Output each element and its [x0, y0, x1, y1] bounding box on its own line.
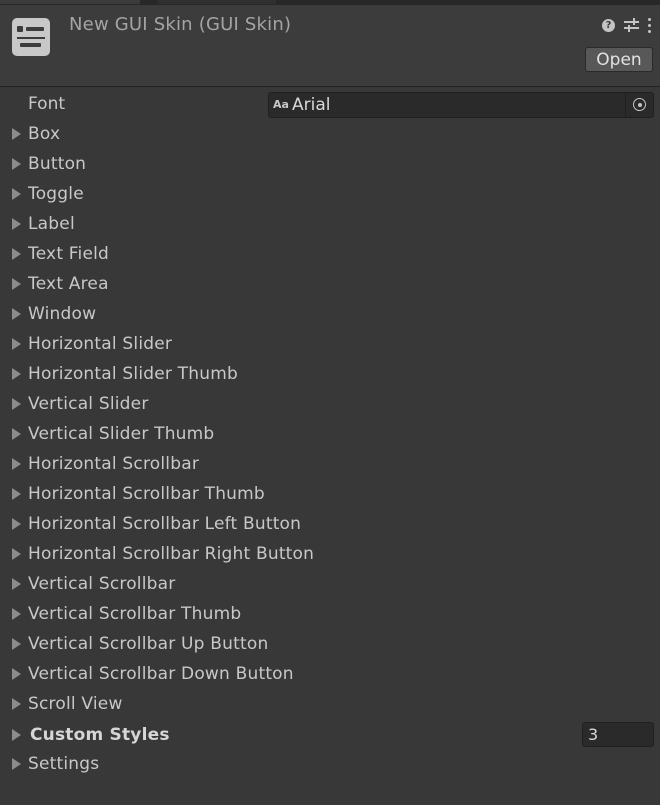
- expand-arrow-icon[interactable]: [12, 578, 21, 590]
- style-foldout-row[interactable]: Text Field: [0, 240, 660, 270]
- settings-row[interactable]: Settings: [0, 750, 660, 780]
- expand-arrow-icon[interactable]: [12, 308, 21, 320]
- custom-styles-row[interactable]: Custom Styles 3: [0, 720, 660, 750]
- style-foldout-row[interactable]: Window: [0, 300, 660, 330]
- object-picker-button[interactable]: [625, 93, 653, 117]
- header-icons: ?: [602, 16, 652, 34]
- style-foldout-row[interactable]: Vertical Scrollbar Down Button: [0, 660, 660, 690]
- font-label: Font: [28, 94, 66, 114]
- help-icon[interactable]: ?: [602, 18, 615, 32]
- expand-arrow-icon[interactable]: [12, 458, 21, 470]
- expand-arrow-icon[interactable]: [12, 278, 21, 290]
- style-label: Text Field: [28, 244, 110, 264]
- style-label: Button: [28, 154, 87, 174]
- expand-arrow-icon[interactable]: [12, 668, 21, 680]
- style-label: Vertical Slider Thumb: [28, 424, 215, 444]
- expand-arrow-icon[interactable]: [12, 428, 21, 440]
- expand-arrow-icon[interactable]: [12, 218, 21, 230]
- sliders-icon[interactable]: [624, 18, 639, 32]
- style-label: Window: [28, 304, 97, 324]
- style-foldout-row[interactable]: Horizontal Scrollbar Left Button: [0, 510, 660, 540]
- expand-arrow-icon[interactable]: [12, 758, 21, 770]
- expand-arrow-icon[interactable]: [12, 248, 21, 260]
- style-label: Toggle: [28, 184, 84, 204]
- style-list: Box Button Toggle Label Text Field Text Area W…: [0, 120, 660, 780]
- style-foldout-row[interactable]: Horizontal Slider: [0, 330, 660, 360]
- style-label: Box: [28, 124, 61, 144]
- font-value: Arial: [292, 95, 331, 115]
- style-foldout-row[interactable]: Box: [0, 120, 660, 150]
- expand-arrow-icon[interactable]: [12, 729, 21, 741]
- expand-arrow-icon[interactable]: [12, 398, 21, 410]
- expand-arrow-icon[interactable]: [12, 638, 21, 650]
- expand-arrow-icon[interactable]: [12, 368, 21, 380]
- style-foldout-row[interactable]: Vertical Slider: [0, 390, 660, 420]
- font-asset-icon: Aa: [273, 98, 289, 111]
- style-foldout-row[interactable]: Scroll View: [0, 690, 660, 720]
- expand-arrow-icon[interactable]: [12, 548, 21, 560]
- inspector-title: New GUI Skin (GUI Skin): [69, 14, 292, 35]
- open-button[interactable]: Open: [585, 47, 653, 72]
- expand-arrow-icon[interactable]: [12, 518, 21, 530]
- style-label: Horizontal Scrollbar Right Button: [28, 544, 315, 564]
- expand-arrow-icon[interactable]: [12, 608, 21, 620]
- style-foldout-row[interactable]: Horizontal Slider Thumb: [0, 360, 660, 390]
- style-foldout-row[interactable]: Text Area: [0, 270, 660, 300]
- style-foldout-row[interactable]: Label: [0, 210, 660, 240]
- style-foldout-row[interactable]: Horizontal Scrollbar Right Button: [0, 540, 660, 570]
- custom-styles-label: Custom Styles: [30, 725, 170, 745]
- expand-arrow-icon[interactable]: [12, 158, 21, 170]
- style-label: Vertical Slider: [28, 394, 149, 414]
- gui-skin-asset-icon: [12, 18, 50, 56]
- style-foldout-row[interactable]: Vertical Scrollbar: [0, 570, 660, 600]
- style-foldout-row[interactable]: Vertical Scrollbar Up Button: [0, 630, 660, 660]
- style-label: Horizontal Slider Thumb: [28, 364, 238, 384]
- expand-arrow-icon[interactable]: [12, 698, 21, 710]
- expand-arrow-icon[interactable]: [12, 188, 21, 200]
- style-label: Vertical Scrollbar Down Button: [28, 664, 294, 684]
- settings-label: Settings: [28, 754, 100, 774]
- style-label: Scroll View: [28, 694, 123, 714]
- font-property-row: Font Aa Arial: [0, 90, 660, 120]
- style-foldout-row[interactable]: Vertical Slider Thumb: [0, 420, 660, 450]
- font-object-field[interactable]: Aa Arial: [268, 92, 654, 118]
- expand-arrow-icon[interactable]: [12, 338, 21, 350]
- style-foldout-row[interactable]: Horizontal Scrollbar: [0, 450, 660, 480]
- style-label: Text Area: [28, 274, 109, 294]
- inspector-header: New GUI Skin (GUI Skin) ? Open: [0, 5, 660, 87]
- style-label: Vertical Scrollbar: [28, 574, 176, 594]
- style-foldout-row[interactable]: Button: [0, 150, 660, 180]
- custom-styles-count-field[interactable]: 3: [582, 722, 654, 747]
- style-label: Label: [28, 214, 75, 234]
- kebab-menu-icon[interactable]: [648, 17, 652, 33]
- style-label: Vertical Scrollbar Up Button: [28, 634, 269, 654]
- style-foldout-row[interactable]: Horizontal Scrollbar Thumb: [0, 480, 660, 510]
- style-label: Horizontal Scrollbar Left Button: [28, 514, 302, 534]
- style-label: Vertical Scrollbar Thumb: [28, 604, 242, 624]
- tab-edge: [158, 0, 276, 4]
- tab-edge: [0, 0, 140, 4]
- style-label: Horizontal Slider: [28, 334, 173, 354]
- style-foldout-row[interactable]: Toggle: [0, 180, 660, 210]
- expand-arrow-icon[interactable]: [12, 128, 21, 140]
- style-foldout-row[interactable]: Vertical Scrollbar Thumb: [0, 600, 660, 630]
- expand-arrow-icon[interactable]: [12, 488, 21, 500]
- style-label: Horizontal Scrollbar: [28, 454, 200, 474]
- style-label: Horizontal Scrollbar Thumb: [28, 484, 265, 504]
